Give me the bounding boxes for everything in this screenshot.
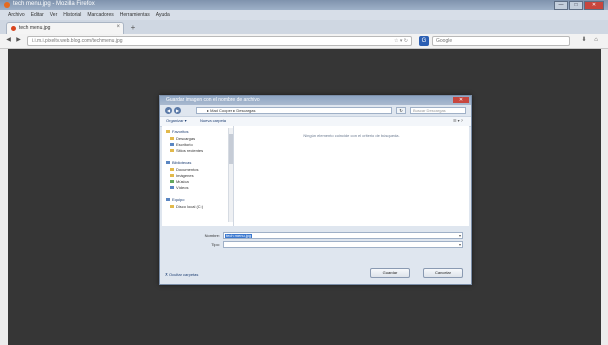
- window-controls: — □ ✕: [554, 1, 604, 10]
- nav-descargas[interactable]: Descargas: [170, 136, 195, 141]
- filename-field[interactable]: tech menu.jpg ▾: [223, 232, 463, 239]
- folder-icon: [170, 149, 174, 153]
- navigation-bar: ◀ ▶ i.i.m.i.pixeltv.web.blog.com/techmen…: [0, 34, 608, 49]
- home-icon[interactable]: ⌂: [592, 36, 600, 45]
- forward-button[interactable]: ▶: [14, 36, 23, 45]
- nav-label: Escritorio: [176, 142, 193, 147]
- tab-tech-menu[interactable]: tech menu.jpg ×: [6, 22, 124, 34]
- filetype-row: Tipo: ▾: [160, 240, 471, 249]
- organize-button[interactable]: Organizar ▾: [166, 118, 187, 123]
- nav-disco-local[interactable]: Disco local (C:): [170, 204, 203, 209]
- tab-label: tech menu.jpg: [19, 25, 51, 31]
- nav-equipo[interactable]: Equipo: [166, 197, 184, 202]
- menu-herramientas[interactable]: Herramientas: [120, 10, 150, 20]
- nav-label: Música: [176, 179, 189, 184]
- filename-label: Nombre:: [204, 233, 220, 238]
- hide-folders-button[interactable]: ⊼ Ocultar carpetas: [165, 272, 198, 277]
- dialog-address-row: ◀ ▶ ▸ Mad Cooper ▸ Descargas ↻ Buscar De…: [160, 105, 471, 116]
- nav-escritorio[interactable]: Escritorio: [170, 142, 193, 147]
- window-title: tech menu.jpg - Mozilla Firefox: [13, 1, 95, 7]
- dialog-title: Guardar imagen con el nombre de archivo: [166, 97, 260, 103]
- drive-icon: [170, 205, 174, 209]
- nav-favoritos[interactable]: Favoritos: [166, 129, 188, 134]
- menu-marcadores[interactable]: Marcadores: [87, 10, 113, 20]
- menu-ayuda[interactable]: Ayuda: [156, 10, 170, 20]
- folder-icon: [170, 174, 174, 178]
- dialog-search-input[interactable]: Buscar Descargas: [410, 107, 466, 114]
- nav-documentos[interactable]: Documentos: [170, 167, 198, 172]
- nav-label: Documentos: [176, 167, 199, 172]
- save-button[interactable]: Guardar: [370, 268, 410, 278]
- nav-imagenes[interactable]: Imágenes: [170, 173, 194, 178]
- chevron-down-icon[interactable]: ▾: [459, 242, 461, 247]
- folder-tree: Favoritos Descargas Escritorio Sitios re…: [162, 126, 234, 226]
- nav-label: Favoritos: [172, 129, 189, 134]
- file-list: Ningún elemento coincide con el criterio…: [234, 126, 469, 226]
- folder-icon: [170, 137, 174, 141]
- library-icon: [166, 161, 170, 165]
- menu-archivo[interactable]: Archivo: [8, 10, 25, 20]
- nav-label: Imágenes: [176, 173, 194, 178]
- cancel-button[interactable]: Cancelar: [423, 268, 463, 278]
- search-engine-icon[interactable]: G: [419, 36, 429, 46]
- maximize-button[interactable]: □: [569, 1, 583, 10]
- menu-bar: Archivo Editar Ver Historial Marcadores …: [0, 10, 608, 20]
- filename-value: tech menu.jpg: [225, 233, 253, 238]
- folder-icon: [170, 143, 174, 147]
- folder-icon: [170, 168, 174, 172]
- filetype-label: Tipo:: [211, 242, 220, 247]
- new-folder-button[interactable]: Nueva carpeta: [200, 118, 226, 123]
- nav-videos[interactable]: Vídeos: [170, 185, 188, 190]
- dialog-forward-icon[interactable]: ▶: [174, 107, 181, 114]
- nav-bibliotecas[interactable]: Bibliotecas: [166, 160, 191, 165]
- nav-label: Sitios recientes: [176, 148, 204, 153]
- url-text: i.i.m.i.pixeltv.web.blog.com/techmenu.jp…: [32, 38, 123, 44]
- nav-label: Equipo: [172, 197, 185, 202]
- image-favicon-icon: [11, 26, 16, 31]
- minimize-button[interactable]: —: [554, 1, 568, 10]
- folder-icon: [170, 180, 174, 184]
- filetype-select[interactable]: ▾: [223, 241, 463, 248]
- refresh-icon[interactable]: ↻: [396, 107, 406, 114]
- star-icon: [166, 130, 170, 134]
- computer-icon: [166, 198, 170, 202]
- filename-row: Nombre: tech menu.jpg ▾: [160, 231, 471, 240]
- tab-close-icon[interactable]: ×: [116, 24, 120, 30]
- dialog-back-icon[interactable]: ◀: [165, 107, 172, 114]
- nav-label: Disco local (C:): [176, 204, 204, 209]
- url-actions-icon[interactable]: ☆ ▾ ↻: [394, 38, 408, 44]
- nav-label: Bibliotecas: [172, 160, 192, 165]
- firefox-icon: [4, 2, 10, 8]
- search-box[interactable]: [432, 36, 570, 46]
- menu-ver[interactable]: Ver: [50, 10, 58, 20]
- menu-historial[interactable]: Historial: [63, 10, 81, 20]
- nav-musica[interactable]: Música: [170, 179, 189, 184]
- breadcrumb[interactable]: ▸ Mad Cooper ▸ Descargas: [196, 107, 392, 114]
- dialog-titlebar: Guardar imagen con el nombre de archivo …: [160, 96, 471, 105]
- search-input[interactable]: [433, 37, 559, 45]
- download-icon[interactable]: ⬇: [580, 36, 588, 45]
- menu-editar[interactable]: Editar: [31, 10, 44, 20]
- view-options-icon[interactable]: ☰ ▾ ?: [453, 118, 463, 123]
- empty-message: Ningún elemento coincide con el criterio…: [303, 133, 400, 138]
- close-window-button[interactable]: ✕: [584, 1, 604, 10]
- back-button[interactable]: ◀: [4, 36, 13, 45]
- nav-label: Descargas: [176, 136, 196, 141]
- url-bar[interactable]: i.i.m.i.pixeltv.web.blog.com/techmenu.jp…: [27, 36, 412, 46]
- chevron-down-icon[interactable]: ▾: [459, 233, 461, 238]
- folder-tree-scrollbar[interactable]: [228, 128, 233, 222]
- scrollbar-thumb[interactable]: [229, 134, 233, 164]
- window-titlebar: tech menu.jpg - Mozilla Firefox — □ ✕: [0, 0, 608, 10]
- nav-label: Vídeos: [176, 185, 189, 190]
- tab-bar: tech menu.jpg × +: [0, 20, 608, 34]
- dialog-close-button[interactable]: ✕: [453, 97, 469, 103]
- nav-sitios-recientes[interactable]: Sitios recientes: [170, 148, 203, 153]
- save-image-dialog: Guardar imagen con el nombre de archivo …: [159, 95, 472, 285]
- new-tab-button[interactable]: +: [128, 23, 138, 33]
- folder-icon: [170, 186, 174, 190]
